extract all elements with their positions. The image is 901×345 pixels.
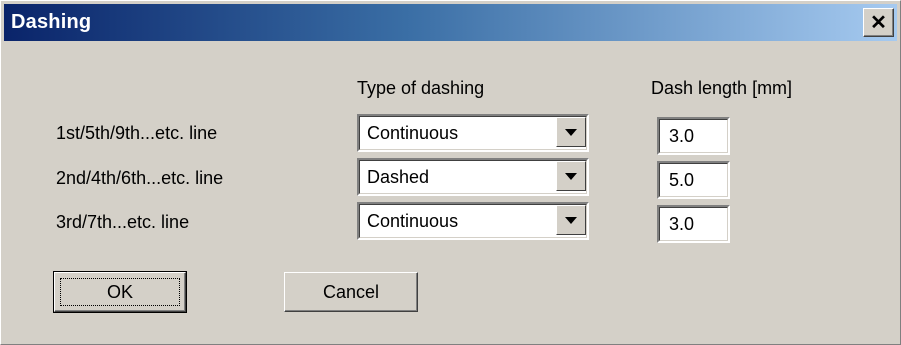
dash-length-input-1[interactable]: 3.0: [657, 117, 730, 155]
type-of-dashing-header: Type of dashing: [357, 78, 485, 98]
dash-length-value-1: 3.0: [669, 126, 695, 146]
chevron-down-icon: [565, 128, 577, 136]
chevron-down-icon: [565, 172, 577, 180]
dash-type-select-2[interactable]: Dashed: [357, 158, 589, 196]
row-label-3: 3rd/7th...etc. line: [56, 212, 190, 232]
dash-length-input-2[interactable]: 5.0: [657, 161, 730, 199]
dropdown-arrow-3[interactable]: [556, 205, 586, 235]
row-label-2: 2nd/4th/6th...etc. line: [56, 168, 224, 188]
close-button[interactable]: ✕: [863, 8, 894, 37]
title-bar: Dashing ✕: [4, 4, 897, 41]
dash-type-select-1[interactable]: Continuous: [357, 114, 589, 152]
dash-length-value-3: 3.0: [669, 214, 695, 234]
cancel-button[interactable]: Cancel: [284, 272, 418, 312]
dash-length-input-3[interactable]: 3.0: [657, 205, 730, 243]
close-icon: ✕: [870, 12, 887, 34]
dashing-dialog: Dashing ✕ Type of dashing Dash length [m…: [0, 0, 901, 345]
row-label-1: 1st/5th/9th...etc. line: [56, 123, 218, 143]
dropdown-arrow-1[interactable]: [556, 117, 586, 147]
ok-button[interactable]: OK: [53, 271, 187, 313]
chevron-down-icon: [565, 216, 577, 224]
dash-length-value-2: 5.0: [669, 170, 695, 190]
dropdown-arrow-2[interactable]: [556, 161, 586, 191]
dash-length-header: Dash length [mm]: [651, 78, 793, 98]
dash-type-value-2: Dashed: [367, 167, 430, 187]
dash-type-value-3: Continuous: [367, 211, 459, 231]
dialog-title: Dashing: [11, 11, 92, 33]
cancel-button-label: Cancel: [322, 281, 380, 302]
dash-type-select-3[interactable]: Continuous: [357, 202, 589, 240]
dash-type-value-1: Continuous: [367, 123, 459, 143]
